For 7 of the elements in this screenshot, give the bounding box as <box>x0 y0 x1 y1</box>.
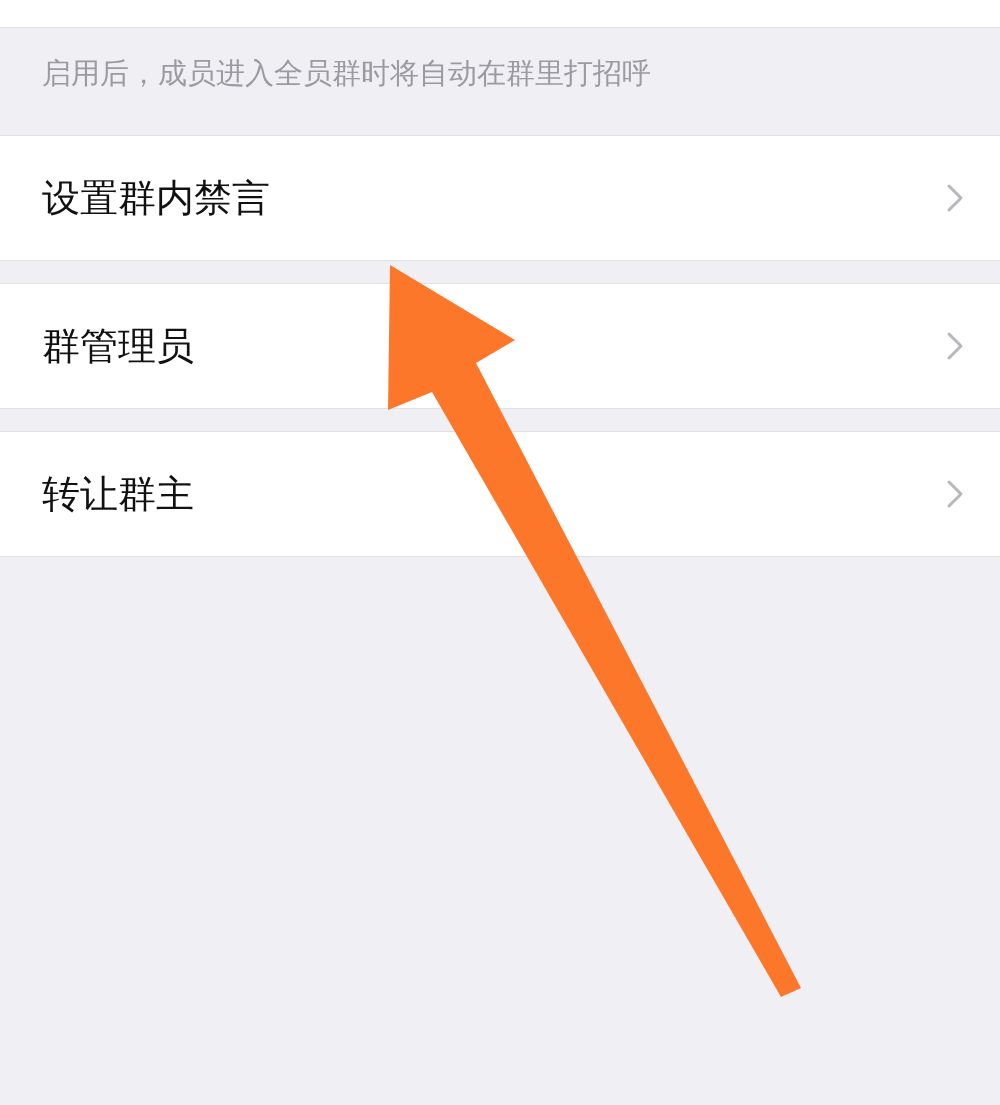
chevron-icon <box>946 479 964 509</box>
settings-row[interactable]: 设置群内禁言 <box>0 135 1000 261</box>
settings-row[interactable]: 群管理员 <box>0 283 1000 409</box>
settings-row[interactable]: 转让群主 <box>0 431 1000 557</box>
hint-text: 启用后，成员进入全员群时将自动在群里打招呼 <box>41 55 652 92</box>
chevron-icon <box>946 183 964 213</box>
chevron-icon <box>946 331 964 361</box>
